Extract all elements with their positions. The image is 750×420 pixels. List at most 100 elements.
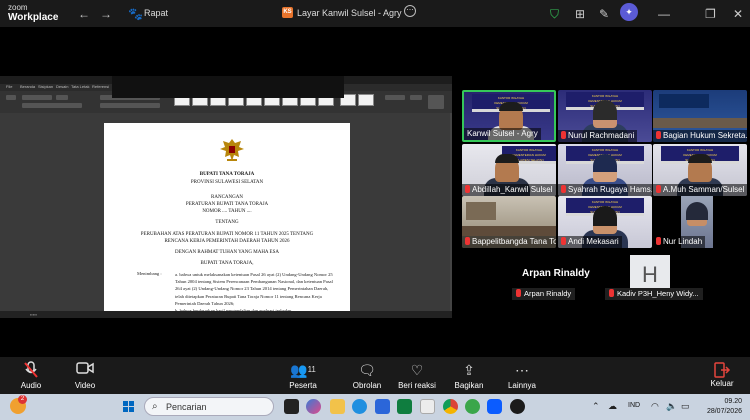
vertical-scrollbar[interactable] xyxy=(450,113,452,311)
province: PROVINSI SULAWESI SELATAN xyxy=(190,180,264,185)
copilot-icon[interactable] xyxy=(306,399,321,414)
participant-name: Bappelitbangda Tana Toraj... xyxy=(462,236,556,248)
share-arrow-icon: ⇪ xyxy=(463,362,475,378)
menu-item[interactable]: Tata Letak xyxy=(71,84,89,89)
forward-arrow-icon[interactable]: → xyxy=(100,7,112,21)
find-button[interactable] xyxy=(385,95,405,100)
video-tile[interactable]: Bappelitbangda Tana Toraj... xyxy=(462,196,556,248)
chat-icon: 🗨 xyxy=(358,362,376,378)
video-tile[interactable]: Bagian Hukum Sekreta... xyxy=(653,90,747,142)
more-button[interactable]: ⋯ Lainnya xyxy=(497,361,547,390)
zoom-title-bar: zoom Workplace ← → 🐾 Rapat KS Layar Kanw… xyxy=(0,0,750,27)
style-swatch[interactable] xyxy=(358,94,374,106)
word-status-bar: ▪▪▪▪▪ xyxy=(0,311,452,318)
subject-line-1: PERUBAHAN ATAS PERATURAN BUPATI NOMOR 11… xyxy=(140,232,314,237)
video-tile[interactable]: KANTOR WILAYAH KEMENTERIAN HUKUM SULAWES… xyxy=(462,90,556,142)
chat-button[interactable]: 🗨 Obrolan xyxy=(342,361,392,390)
participant-name: Abdillah_Kanwil Sulsel xyxy=(462,184,556,196)
audio-button[interactable]: Audio xyxy=(6,361,56,390)
participant-name: Nur Lindah xyxy=(653,236,706,248)
garuda-emblem-icon xyxy=(220,139,244,161)
back-arrow-icon[interactable]: ← xyxy=(78,7,90,21)
about-label: TENTANG xyxy=(215,220,239,225)
document-area: BUPATI TANA TORAJA PROVINSI SULAWESI SEL… xyxy=(0,113,452,313)
layout-icon[interactable]: ⊞ xyxy=(575,7,585,21)
leave-button[interactable]: Keluar xyxy=(700,361,744,388)
excel-app-icon[interactable] xyxy=(397,399,412,414)
participant-name: Kanwil Sulsel - Agry xyxy=(464,128,541,140)
pen-icon[interactable]: ✎ xyxy=(599,7,609,21)
battery-icon[interactable]: ▭ xyxy=(681,401,690,412)
video-tile[interactable]: KANTOR WILAYAH KEMENTERIAN HUKUM SULAWES… xyxy=(653,144,747,196)
regent-line: BUPATI TANA TORAJA, xyxy=(200,261,254,266)
regulation-title: PERATURAN BUPATI TANA TORAJA xyxy=(185,202,269,207)
word-app-icon[interactable] xyxy=(375,399,390,414)
whatsapp-icon[interactable] xyxy=(465,399,480,414)
menu-item[interactable]: Desain xyxy=(56,84,68,89)
participants-button[interactable]: 👥11 Peserta xyxy=(278,361,328,390)
video-tile[interactable]: KANTOR WILAYAH KEMENTERIAN HUKUM SULAWES… xyxy=(558,196,652,248)
chevron-up-icon[interactable]: ⌃ xyxy=(592,401,600,412)
edge-icon[interactable] xyxy=(352,399,367,414)
participant-name: A.Muh Samman/Sulsel xyxy=(653,184,747,196)
cloud-icon[interactable]: ☁ xyxy=(608,401,617,412)
presentation-screen xyxy=(659,94,709,108)
menu-item[interactable]: Beranda xyxy=(20,84,35,89)
zoom-app-icon[interactable] xyxy=(487,399,502,414)
meeting-title: Rapat xyxy=(144,8,169,18)
regulation-number: NOMOR .... TAHUN .... xyxy=(202,209,252,214)
format-row[interactable] xyxy=(22,103,82,108)
font-box[interactable] xyxy=(22,95,52,100)
meeting-toolbar: Audio Video 👥11 Peserta 🗨 Obrolan ♡ Beri… xyxy=(0,357,750,394)
paragraph-row-2[interactable] xyxy=(100,103,160,108)
video-button[interactable]: Video xyxy=(60,361,110,390)
menu-item[interactable]: File xyxy=(6,84,12,89)
language-indicator[interactable]: IND xyxy=(628,402,640,409)
notification-badge: 2 xyxy=(18,395,27,404)
search-icon: ⌕ xyxy=(152,401,158,412)
dictate-button[interactable] xyxy=(410,95,422,100)
zoom-logo: zoom Workplace xyxy=(8,3,58,23)
muted-mic-icon xyxy=(6,361,56,379)
regent-title: BUPATI TANA TORAJA xyxy=(199,172,255,177)
muted-mic-icon xyxy=(609,289,614,297)
share-more-button[interactable]: ⋯ xyxy=(404,5,416,17)
app-icon[interactable] xyxy=(510,399,525,414)
muted-mic-icon xyxy=(561,237,566,245)
minimize-button[interactable]: — xyxy=(658,7,670,21)
share-button[interactable]: ⇪ Bagikan xyxy=(444,361,494,390)
chrome-icon[interactable] xyxy=(443,399,458,414)
react-button[interactable]: ♡ Beri reaksi xyxy=(392,361,442,390)
paste-icon[interactable] xyxy=(6,95,16,100)
video-tile[interactable]: Nur Lindah xyxy=(653,196,747,248)
store-icon[interactable] xyxy=(420,399,435,414)
windows-start-icon[interactable] xyxy=(123,401,135,413)
participant-name: Andi Mekasari xyxy=(558,236,622,248)
shared-screen: File Beranda Sisipkan Desain Tata Letak … xyxy=(0,76,452,318)
file-explorer-icon[interactable] xyxy=(330,399,345,414)
muted-mic-icon xyxy=(465,185,470,193)
wifi-icon[interactable]: ◠ xyxy=(651,401,659,412)
subject-line-2: RENCANA KERJA PEMERINTAH DAERAH TAHUN 20… xyxy=(164,239,290,244)
maximize-button[interactable]: ❐ xyxy=(705,7,716,21)
menu-item[interactable]: Sisipkan xyxy=(38,84,53,89)
clock[interactable]: 09.20 28/07/2026 xyxy=(700,397,742,417)
shield-icon[interactable]: ⛉ xyxy=(550,7,559,22)
taskbar-search[interactable]: ⌕ Pencarian xyxy=(144,397,274,416)
video-tile[interactable]: KANTOR WILAYAH KEMENTERIAN HUKUM SULAWES… xyxy=(558,144,652,196)
logo-bottom: Workplace xyxy=(8,12,59,23)
editor-button[interactable] xyxy=(428,95,444,109)
close-button[interactable]: ✕ xyxy=(733,7,743,21)
ai-companion-button[interactable]: ✦ xyxy=(620,3,638,21)
video-tile[interactable]: KANTOR WILAYAH KEMENTERIAN HUKUM SULAWES… xyxy=(462,144,556,196)
task-view-icon[interactable] xyxy=(284,399,299,414)
menu-item[interactable]: Referensi xyxy=(92,84,109,89)
participant-name: Syahrah Rugaya Hams... xyxy=(558,184,652,196)
size-box[interactable] xyxy=(56,95,68,100)
table xyxy=(462,226,556,236)
muted-mic-icon xyxy=(656,237,661,245)
paw-icon: 🐾 xyxy=(128,7,143,21)
video-tile[interactable]: KANTOR WILAYAH KEMENTERIAN HUKUM SULAWES… xyxy=(558,90,652,142)
heart-icon: ♡ xyxy=(410,362,424,378)
volume-icon[interactable]: 🔈 xyxy=(666,401,677,412)
